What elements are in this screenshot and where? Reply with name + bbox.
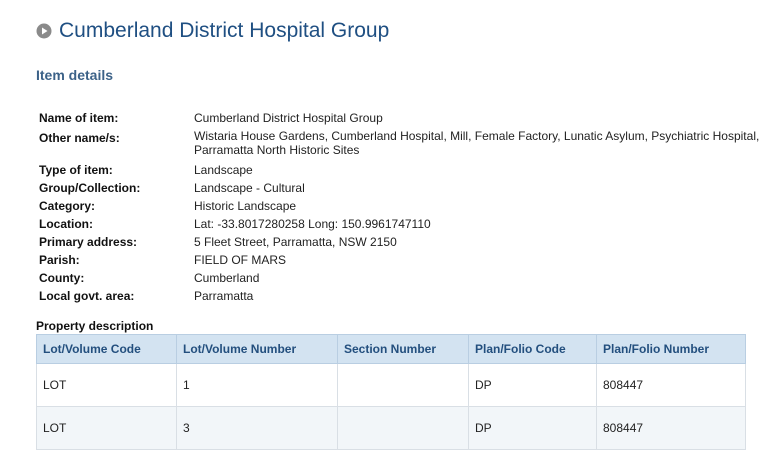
detail-label: Location: bbox=[39, 217, 93, 231]
detail-value: Cumberland bbox=[194, 271, 260, 285]
table-cell: LOT bbox=[36, 406, 177, 450]
table-cell: LOT bbox=[36, 363, 177, 407]
detail-label: Parish: bbox=[39, 253, 80, 267]
detail-label: Other name/s: bbox=[39, 131, 120, 145]
detail-row-parish: Parish: FIELD OF MARS bbox=[39, 251, 759, 269]
other-names-line-1: Wistaria House Gardens, Cumberland Hospi… bbox=[194, 129, 759, 143]
column-header: Plan/Folio Code bbox=[468, 334, 597, 364]
other-names-line-2: Parramatta North Historic Sites bbox=[194, 143, 360, 157]
detail-row-county: County: Cumberland bbox=[39, 269, 759, 287]
detail-label: County: bbox=[39, 271, 85, 285]
table-row: LOT 3 DP 808447 bbox=[36, 406, 746, 450]
property-description-label: Property description bbox=[36, 319, 154, 333]
page: Cumberland District Hospital Group Item … bbox=[0, 0, 759, 450]
table-cell: DP bbox=[468, 363, 597, 407]
detail-label: Local govt. area: bbox=[39, 289, 135, 303]
table-cell: 808447 bbox=[596, 363, 746, 407]
detail-label: Category: bbox=[39, 199, 96, 213]
detail-row-name: Name of item: Cumberland District Hospit… bbox=[39, 109, 759, 127]
circle-play-icon bbox=[36, 23, 52, 39]
detail-value: Wistaria House Gardens, Cumberland Hospi… bbox=[194, 129, 759, 157]
table-cell: 1 bbox=[176, 363, 338, 407]
property-table: Lot/Volume Code Lot/Volume Number Sectio… bbox=[36, 334, 746, 450]
column-header: Lot/Volume Code bbox=[36, 334, 177, 364]
detail-row-group: Group/Collection: Landscape - Cultural bbox=[39, 179, 759, 197]
detail-value: Landscape bbox=[194, 163, 253, 177]
detail-label: Group/Collection: bbox=[39, 181, 141, 195]
title-row: Cumberland District Hospital Group bbox=[36, 19, 389, 43]
table-cell: 808447 bbox=[596, 406, 746, 450]
page-title: Cumberland District Hospital Group bbox=[59, 19, 390, 42]
column-header: Section Number bbox=[337, 334, 469, 364]
detail-value: FIELD OF MARS bbox=[194, 253, 287, 267]
item-details-list: Name of item: Cumberland District Hospit… bbox=[39, 109, 759, 305]
detail-row-location: Location: Lat: -33.8017280258 Long: 150.… bbox=[39, 215, 759, 233]
table-cell bbox=[337, 406, 469, 450]
detail-value: Landscape - Cultural bbox=[194, 181, 305, 195]
detail-row-category: Category: Historic Landscape bbox=[39, 197, 759, 215]
table-row: LOT 1 DP 808447 bbox=[36, 363, 746, 407]
detail-label: Name of item: bbox=[39, 111, 119, 125]
column-header: Plan/Folio Number bbox=[596, 334, 746, 364]
detail-value: Cumberland District Hospital Group bbox=[194, 111, 383, 125]
item-details-heading: Item details bbox=[36, 67, 114, 83]
table-cell: 3 bbox=[176, 406, 338, 450]
detail-value: Historic Landscape bbox=[194, 199, 297, 213]
detail-label: Primary address: bbox=[39, 235, 138, 249]
column-header: Lot/Volume Number bbox=[176, 334, 338, 364]
detail-row-other-names: Other name/s: Wistaria House Gardens, Cu… bbox=[39, 129, 759, 157]
detail-value: Parramatta bbox=[194, 289, 254, 303]
detail-value: 5 Fleet Street, Parramatta, NSW 2150 bbox=[194, 235, 397, 249]
detail-row-type: Type of item: Landscape bbox=[39, 161, 759, 179]
detail-row-address: Primary address: 5 Fleet Street, Parrama… bbox=[39, 233, 759, 251]
detail-row-lga: Local govt. area: Parramatta bbox=[39, 287, 759, 305]
table-header-row: Lot/Volume Code Lot/Volume Number Sectio… bbox=[36, 334, 746, 364]
table-cell bbox=[337, 363, 469, 407]
table-cell: DP bbox=[468, 406, 597, 450]
detail-label: Type of item: bbox=[39, 163, 113, 177]
detail-value: Lat: -33.8017280258 Long: 150.9961747110 bbox=[194, 217, 431, 231]
